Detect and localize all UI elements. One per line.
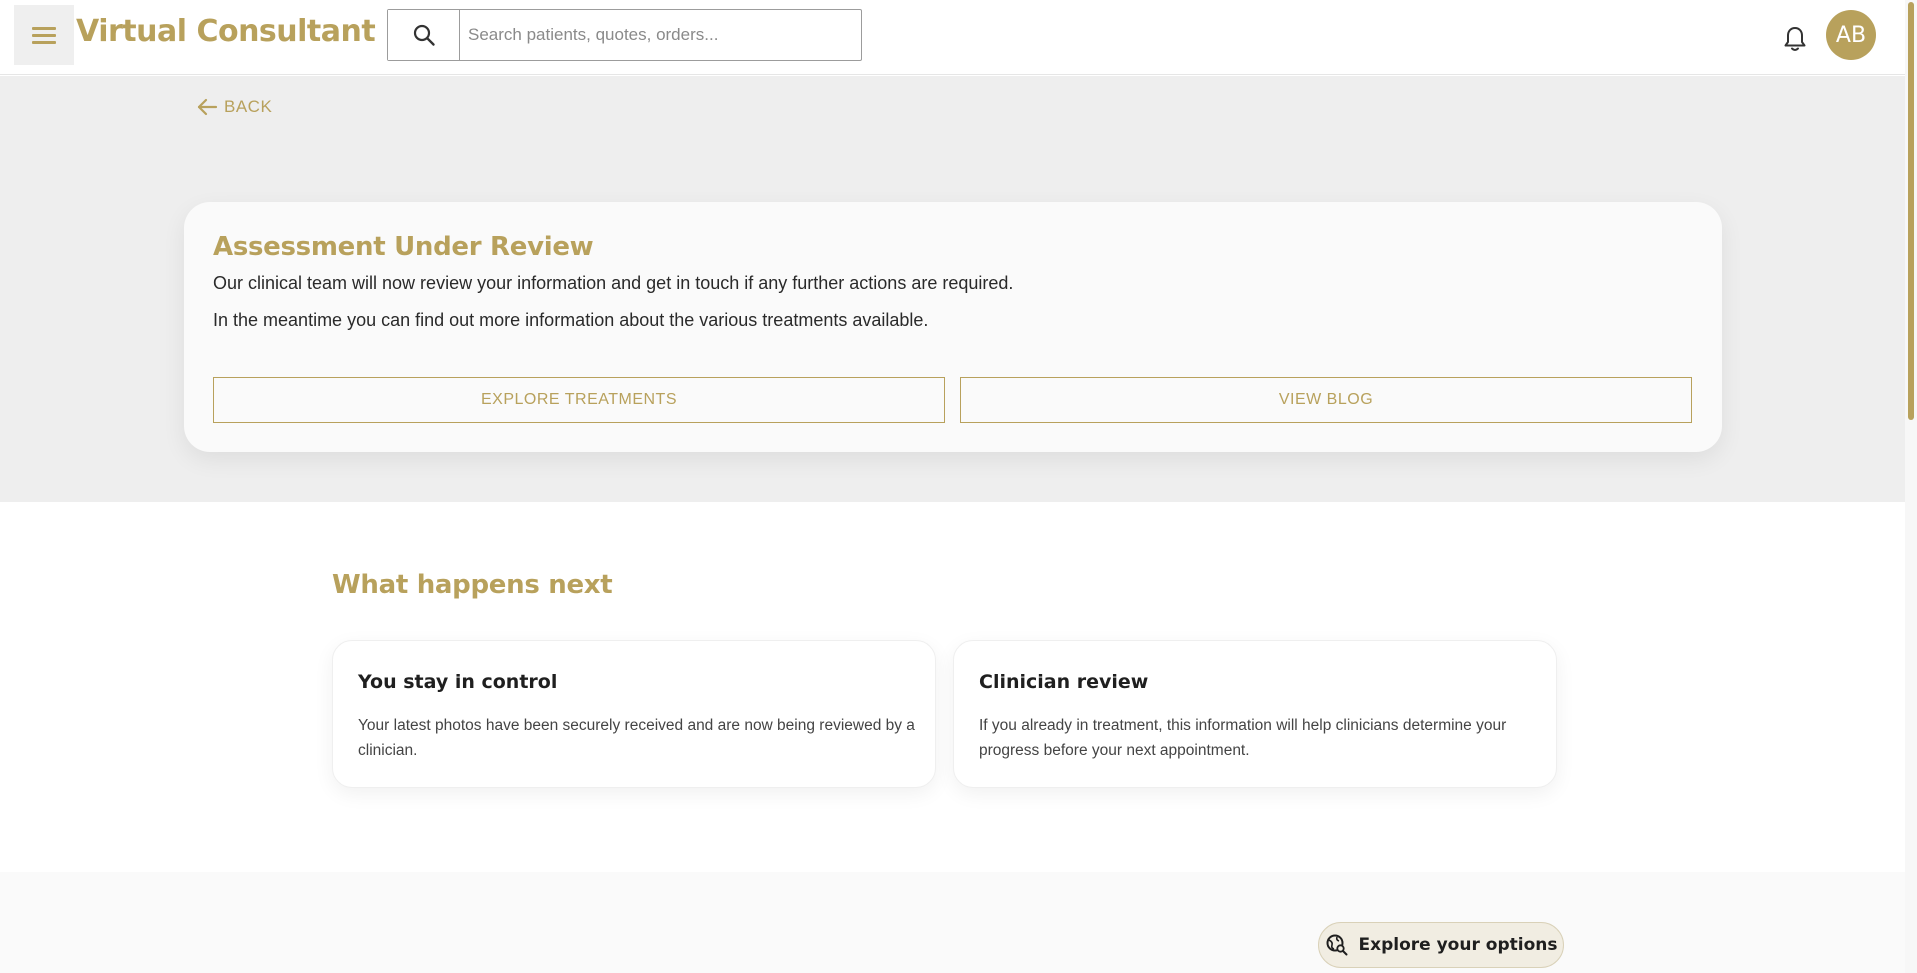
review-text-line2: In the meantime you can find out more in… — [213, 310, 929, 330]
info-card-title: You stay in control — [358, 671, 558, 693]
back-link[interactable]: BACK — [196, 96, 272, 118]
info-card-stay-in-control: You stay in control Your latest photos h… — [332, 640, 936, 788]
arrow-left-icon — [197, 98, 218, 116]
review-section: BACK Assessment Under Review Our clinica… — [0, 76, 1905, 502]
info-card-body: If you already in treatment, this inform… — [979, 717, 1507, 759]
notifications-button[interactable] — [1782, 25, 1808, 53]
top-bar: Virtual Consultant AB — [0, 0, 1905, 75]
scrollbar-thumb[interactable] — [1908, 2, 1914, 420]
assessment-review-card: Assessment Under Review Our clinical tea… — [184, 202, 1722, 452]
page-scrollbar[interactable] — [1905, 0, 1917, 973]
search-button[interactable] — [388, 10, 460, 60]
back-label: BACK — [224, 97, 273, 116]
search-input[interactable] — [460, 10, 861, 60]
bottom-section: Explore your options — [0, 872, 1905, 973]
hamburger-icon — [32, 23, 56, 48]
review-text-line1: Our clinical team will now review your i… — [213, 273, 1014, 293]
search-globe-icon — [1326, 934, 1348, 956]
explore-treatments-button[interactable]: EXPLORE TREATMENTS — [213, 377, 945, 423]
view-blog-button[interactable]: VIEW BLOG — [960, 377, 1692, 423]
brand-title: Virtual Consultant — [76, 14, 376, 49]
info-card-body: Your latest photos have been securely re… — [358, 717, 915, 759]
search-icon — [413, 24, 435, 46]
menu-button[interactable] — [14, 5, 74, 65]
bell-icon — [1784, 27, 1806, 51]
explore-options-label: Explore your options — [1358, 935, 1558, 955]
explore-options-button[interactable]: Explore your options — [1318, 922, 1564, 968]
search-bar — [387, 9, 862, 61]
review-title: Assessment Under Review — [213, 232, 594, 262]
section-heading: What happens next — [332, 570, 613, 600]
what-happens-next-section: What happens next You stay in control Yo… — [0, 502, 1905, 872]
info-card-clinician-review: Clinician review If you already in treat… — [953, 640, 1557, 788]
info-card-title: Clinician review — [979, 671, 1149, 693]
avatar[interactable]: AB — [1826, 10, 1876, 60]
